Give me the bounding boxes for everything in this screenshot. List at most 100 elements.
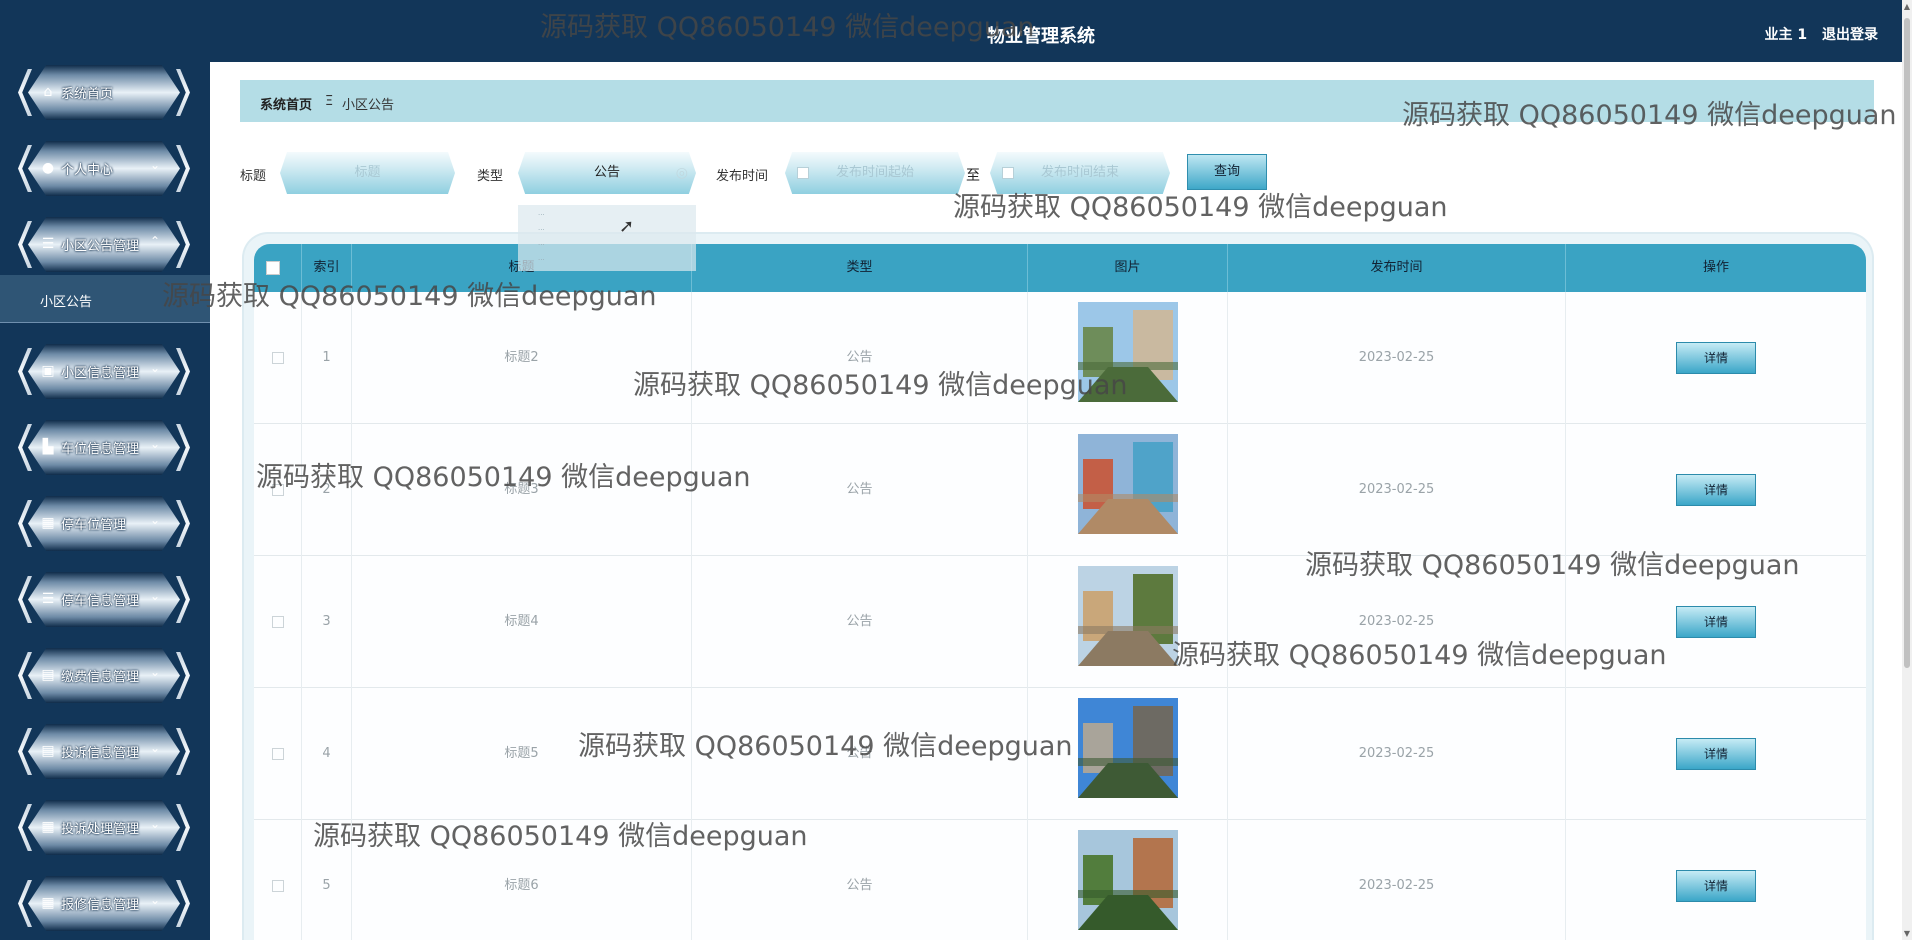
chevron-down-icon: ⌄ — [149, 437, 160, 451]
row-checkbox[interactable] — [254, 820, 302, 940]
user-icon: ● — [41, 160, 55, 176]
detail-button[interactable]: 详情 — [1676, 738, 1756, 770]
cell-type: 公告 — [692, 556, 1028, 688]
scroll-down-icon[interactable]: ▼ — [1902, 929, 1912, 938]
sidebar-item-community-info[interactable]: ▣ 小区信息管理 ⌄ — [18, 344, 190, 399]
sidebar-item-label: 小区公告管理 — [61, 239, 140, 254]
header-actions: 操作 — [1702, 260, 1729, 275]
sidebar-item-label: 报修信息管理 — [61, 898, 140, 913]
row-checkbox[interactable] — [254, 424, 302, 556]
notice-thumbnail[interactable] — [1077, 302, 1178, 402]
cell-title: 标题5 — [352, 688, 692, 820]
cell-index: 2 — [302, 424, 352, 556]
sidebar-item-parking-space[interactable]: ▦ 停车位管理 ⌄ — [18, 496, 190, 551]
row-checkbox[interactable] — [254, 688, 302, 820]
table-header: 索引 标题 类型 图片 发布时间 操作 — [254, 244, 1866, 292]
dropdown-option[interactable]: ··· — [538, 211, 696, 226]
publish-end-date-input[interactable]: 发布时间结束 — [990, 152, 1170, 194]
cell-actions: 详情 — [1566, 820, 1866, 940]
dropdown-option[interactable]: ··· — [538, 256, 696, 271]
header-type: 类型 — [692, 244, 1028, 292]
page-scrollbar[interactable]: ▲ ▼ — [1902, 0, 1912, 940]
table-row: 5 标题6 公告 2023-02-25 详情 — [254, 820, 1866, 940]
chevron-up-icon: ⌃ — [149, 234, 160, 248]
row-checkbox[interactable] — [254, 556, 302, 688]
header-index: 索引 — [302, 244, 352, 292]
cell-actions: 详情 — [1566, 688, 1866, 820]
sidebar-item-home[interactable]: ⌂ 系统首页 — [18, 65, 190, 120]
header-image: 图片 — [1028, 244, 1228, 292]
sliders-icon: ☰ — [41, 591, 55, 607]
sidebar-item-parking-info[interactable]: ☰ 停车信息管理 ⌄ — [18, 572, 190, 627]
chevron-down-icon: ⌄ — [149, 513, 160, 527]
to-label: 至 — [966, 168, 980, 184]
publish-start-date-input[interactable]: 发布时间起始 — [785, 152, 965, 194]
sidebar-item-personal-center[interactable]: ● 个人中心 ⌄ — [18, 141, 190, 196]
cell-title: 标题3 — [352, 424, 692, 556]
title-search-input[interactable]: 标题 — [280, 152, 455, 194]
list-icon: ☰ — [41, 236, 55, 252]
header-publish-time: 发布时间 — [1228, 244, 1566, 292]
type-select[interactable]: 公告 ◎ — [518, 152, 696, 194]
cell-actions: 详情 — [1566, 424, 1866, 556]
notice-thumbnail[interactable] — [1077, 698, 1178, 798]
cell-image — [1028, 292, 1228, 424]
breadcrumb-home[interactable]: 系统首页 — [260, 94, 312, 113]
sidebar-item-label: 系统首页 — [61, 87, 114, 102]
breadcrumb-separator-icon: Ξ — [325, 94, 334, 109]
start-date-placeholder: 发布时间起始 — [835, 165, 914, 180]
sidebar-item-label: 投诉信息管理 — [61, 746, 140, 761]
row-checkbox[interactable] — [254, 292, 302, 424]
clipboard-x-icon: ▤ — [41, 667, 55, 683]
cell-image — [1028, 688, 1228, 820]
dropdown-option[interactable]: ··· — [538, 241, 696, 256]
sidebar-item-repair-info[interactable]: ▦ 报修信息管理 ⌄ — [18, 876, 190, 931]
title-label: 标题 — [240, 169, 267, 184]
sidebar: ⌂ 系统首页 ● 个人中心 ⌄ ☰ 小区公告管理 ⌃ 小区公告 ▣ 小区信息管理… — [0, 0, 210, 940]
dropdown-option[interactable]: ··· — [538, 226, 696, 241]
logout-link[interactable]: 退出登录 — [1822, 27, 1878, 43]
cell-index: 1 — [302, 292, 352, 424]
sidebar-item-label: 车位信息管理 — [61, 442, 140, 457]
table-row: 2 标题3 公告 2023-02-25 详情 — [254, 424, 1866, 556]
cell-index: 4 — [302, 688, 352, 820]
detail-button[interactable]: 详情 — [1676, 870, 1756, 902]
scroll-up-icon[interactable]: ▲ — [1902, 2, 1912, 11]
sidebar-item-notice-management[interactable]: ☰ 小区公告管理 ⌃ — [18, 217, 190, 272]
car-icon: ▙ — [42, 439, 54, 455]
detail-button[interactable]: 详情 — [1676, 606, 1756, 638]
notice-thumbnail[interactable] — [1077, 434, 1178, 534]
username: 业主 1 — [1764, 27, 1808, 43]
breadcrumb: 系统首页 Ξ 小区公告 — [240, 80, 1874, 122]
detail-button[interactable]: 详情 — [1676, 342, 1756, 374]
sidebar-subitem-notice[interactable]: 小区公告 — [0, 275, 210, 323]
sidebar-item-parking-space-info[interactable]: ▙ 车位信息管理 ⌄ — [18, 420, 190, 475]
search-button[interactable]: 查询 — [1187, 154, 1267, 190]
type-dropdown-menu: ··· ··· ··· ··· — [518, 205, 696, 271]
cell-publish-time: 2023-02-25 — [1228, 820, 1566, 940]
user-area: 业主 1 退出登录 — [1765, 24, 1879, 44]
sidebar-item-payment-info[interactable]: ▤ 缴费信息管理 ⌄ — [18, 648, 190, 703]
detail-button[interactable]: 详情 — [1676, 474, 1756, 506]
sidebar-item-complaint-info[interactable]: ▤ 投诉信息管理 ⌄ — [18, 724, 190, 779]
clipboard-icon: ▤ — [41, 743, 55, 759]
notice-thumbnail[interactable] — [1077, 830, 1178, 930]
cell-actions: 详情 — [1566, 556, 1866, 688]
briefcase-icon: ▣ — [41, 363, 55, 379]
grid-icon: ▦ — [41, 819, 55, 835]
chevron-down-icon: ⌄ — [149, 589, 160, 603]
grid-icon: ▦ — [41, 515, 55, 531]
cell-publish-time: 2023-02-25 — [1228, 556, 1566, 688]
type-select-value: 公告 — [593, 165, 620, 180]
sidebar-item-label: 缴费信息管理 — [61, 670, 140, 685]
end-date-placeholder: 发布时间结束 — [1040, 165, 1119, 180]
cell-publish-time: 2023-02-25 — [1228, 688, 1566, 820]
sidebar-item-label: 投诉处理管理 — [61, 822, 140, 837]
notice-thumbnail[interactable] — [1077, 566, 1178, 666]
sidebar-item-complaint-handling[interactable]: ▦ 投诉处理管理 ⌄ — [18, 800, 190, 855]
scrollbar-thumb[interactable] — [1904, 18, 1910, 668]
select-all-checkbox[interactable] — [254, 244, 302, 292]
calendar-icon — [797, 167, 809, 179]
table-row: 3 标题4 公告 2023-02-25 详情 — [254, 556, 1866, 688]
cell-title: 标题2 — [352, 292, 692, 424]
